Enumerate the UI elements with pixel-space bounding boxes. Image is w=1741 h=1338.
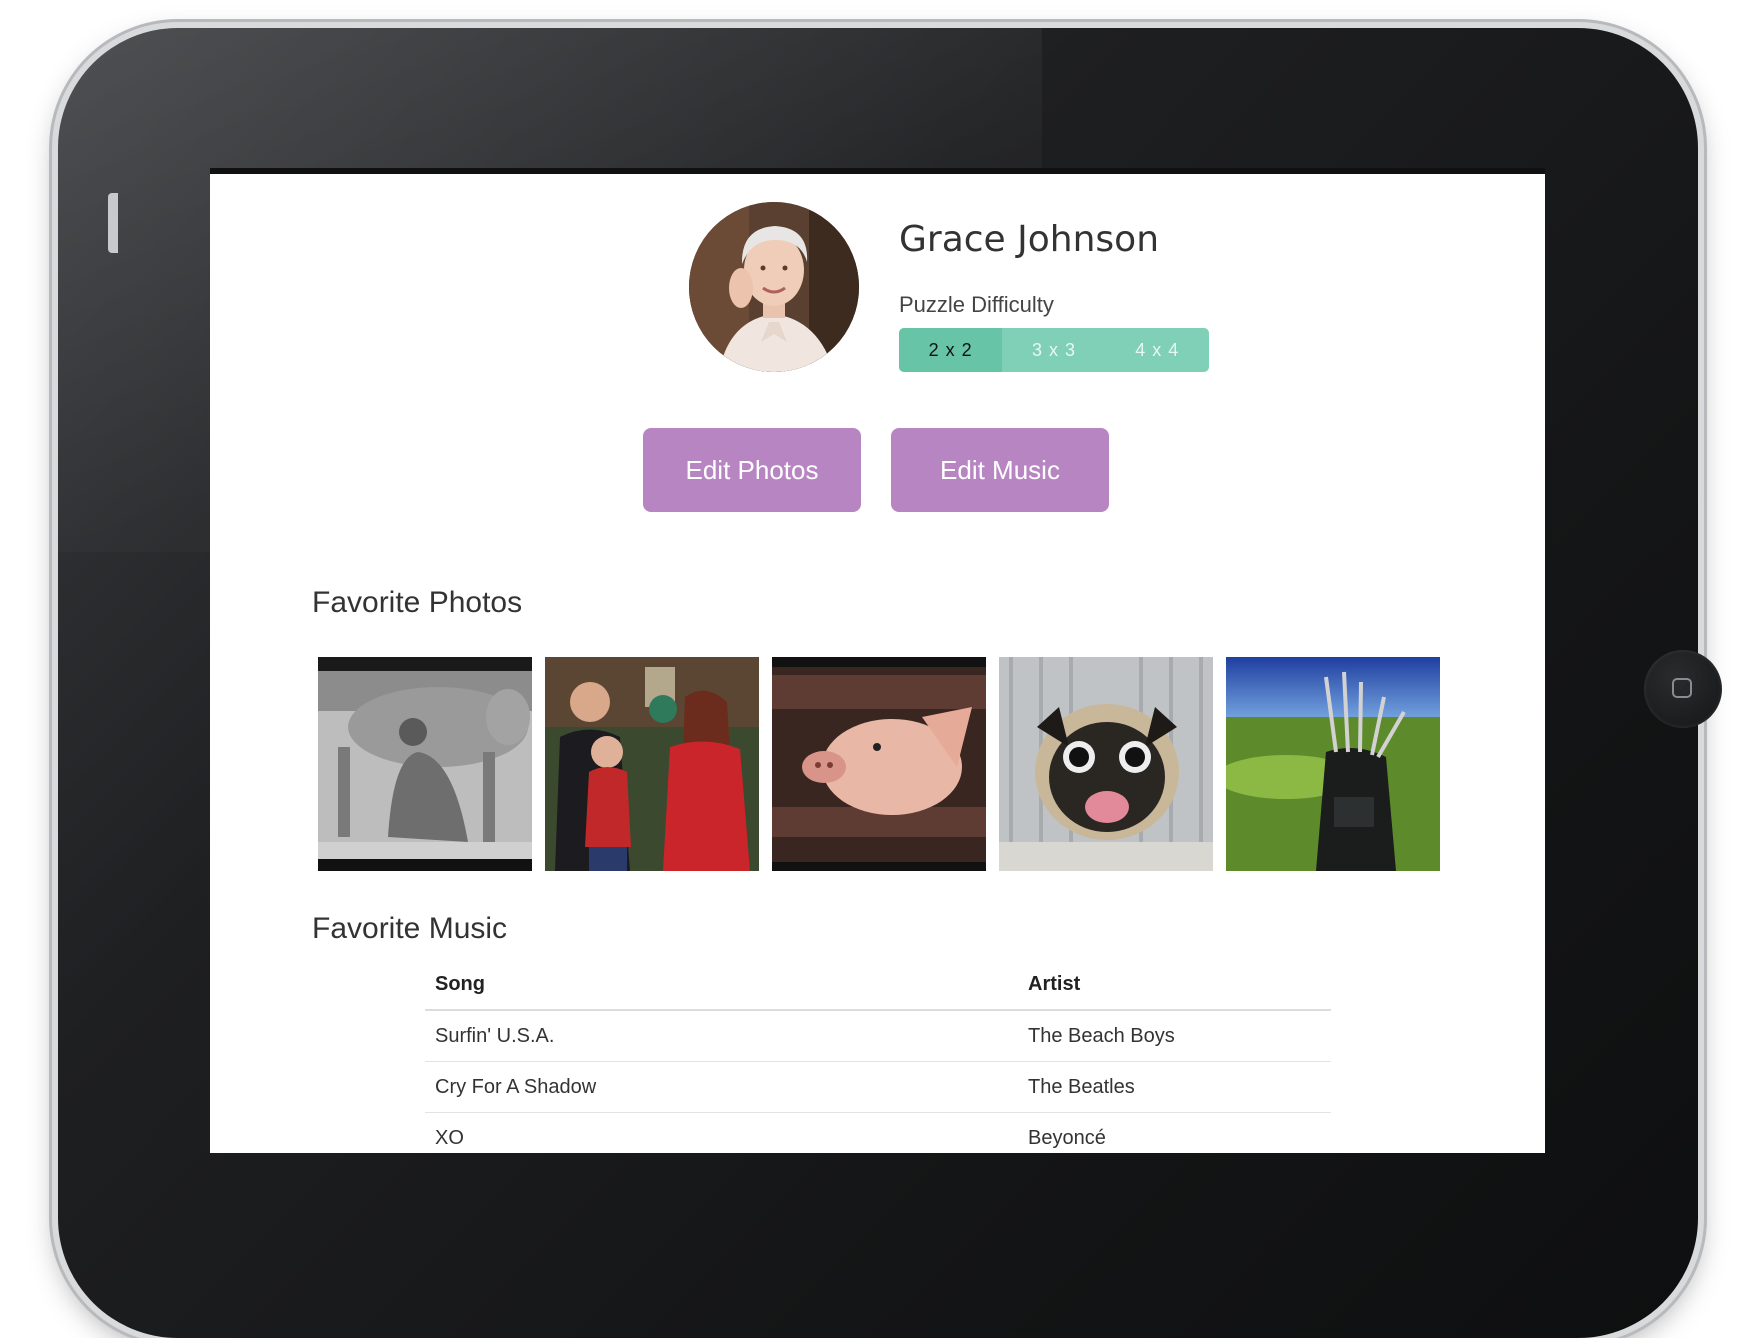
song-cell: Cry For A Shadow [425,1061,1018,1113]
profile-avatar [689,202,859,372]
favorite-music-heading: Favorite Music [312,912,508,945]
home-button[interactable] [1644,650,1722,728]
song-cell: Surfin' U.S.A. [425,1010,1018,1062]
column-header-song: Song [425,959,1018,1011]
artist-cell: The Beatles [1018,1061,1331,1113]
app-screen: Grace Johnson Puzzle Difficulty 2 x 2 3 … [210,168,1545,1153]
photo-pig[interactable] [772,657,986,871]
difficulty-option-3x3[interactable]: 3 x 3 [1002,328,1105,372]
difficulty-option-4x4[interactable]: 4 x 4 [1106,328,1209,372]
favorite-photos-heading: Favorite Photos [312,586,523,619]
photo-family-portrait[interactable] [545,657,759,871]
table-header-row: Song Artist [425,959,1331,1011]
song-cell: XO [425,1112,1018,1153]
difficulty-label: Puzzle Difficulty [899,292,1054,317]
table-row[interactable]: Cry For A Shadow The Beatles [425,1061,1331,1113]
table-row[interactable]: XO Beyoncé [425,1112,1331,1153]
home-square-icon [1672,678,1692,698]
edit-music-button[interactable]: Edit Music [891,428,1109,512]
edit-photos-button[interactable]: Edit Photos [643,428,861,512]
photo-pug[interactable] [999,657,1213,871]
column-header-artist: Artist [1018,959,1331,1011]
artist-cell: The Beach Boys [1018,1010,1331,1062]
difficulty-option-2x2[interactable]: 2 x 2 [899,328,1003,372]
photo-golf-bag[interactable] [1226,657,1440,871]
avatar-portrait [689,202,859,372]
table-row[interactable]: Surfin' U.S.A. The Beach Boys [425,1010,1331,1062]
artist-cell: Beyoncé [1018,1112,1331,1153]
photo-woman-milking-cow[interactable] [318,657,532,871]
favorite-music-table: Song Artist Surfin' U.S.A. The Beach Boy… [425,959,1331,1153]
favorite-photos-gallery [318,657,1440,871]
side-button [108,193,118,253]
profile-name: Grace Johnson [899,219,1160,260]
difficulty-selector: 2 x 2 3 x 3 4 x 4 [899,328,1209,372]
